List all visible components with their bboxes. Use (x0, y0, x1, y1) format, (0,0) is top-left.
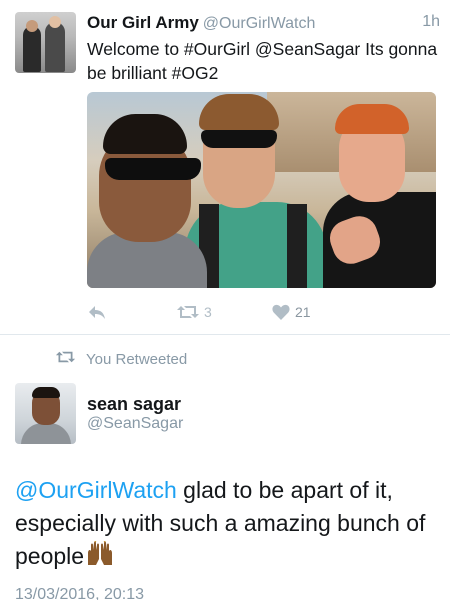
photo-figure (103, 114, 187, 154)
tweet-header: Our Girl Army @OurGirlWatch (87, 13, 437, 35)
tweet-text: @OurGirlWatch glad to be apart of it, es… (15, 474, 440, 576)
retweet-icon (177, 304, 199, 320)
retweet-button[interactable]: 3 (177, 300, 212, 324)
like-button[interactable]: 21 (272, 300, 311, 324)
tweet-photo[interactable] (87, 92, 436, 288)
tweet-our-girl-army[interactable]: Our Girl Army @OurGirlWatch 1h Welcome to… (0, 0, 450, 334)
photo-figure (105, 158, 201, 180)
retweet-notice-label: You Retweeted (86, 350, 188, 368)
avatar-figure (21, 423, 71, 444)
like-count: 21 (295, 304, 311, 320)
avatar-figure (23, 26, 41, 72)
tweet-actions: 3 21 (87, 300, 387, 324)
divider (0, 334, 450, 335)
photo-figure (201, 130, 277, 148)
retweet-notice: You Retweeted (55, 349, 187, 369)
user-handle[interactable]: @SeanSagar (87, 415, 183, 433)
heart-icon (272, 304, 290, 320)
avatar-figure (45, 22, 65, 72)
raised-hands-icon (86, 539, 114, 576)
avatar[interactable] (15, 12, 76, 73)
avatar[interactable] (15, 383, 76, 444)
photo-figure (335, 104, 409, 134)
reply-button[interactable] (87, 300, 107, 324)
retweet-count: 3 (204, 304, 212, 320)
user-handle[interactable]: @OurGirlWatch (203, 15, 316, 32)
reply-icon (87, 303, 107, 321)
retweet-icon (55, 350, 86, 368)
display-name[interactable]: sean sagar (87, 394, 181, 415)
mention-link[interactable]: @OurGirlWatch (15, 477, 177, 503)
timestamp[interactable]: 1h (422, 13, 440, 31)
tweet-date[interactable]: 13/03/2016, 20:13 (15, 586, 144, 600)
avatar-figure (32, 387, 60, 398)
photo-figure (199, 94, 279, 130)
display-name[interactable]: Our Girl Army (87, 13, 199, 32)
photo-figure (287, 204, 307, 288)
avatar-figure (26, 20, 38, 32)
avatar-figure (49, 16, 61, 28)
tweet-text: Welcome to #OurGirl @SeanSagar Its gonna… (87, 39, 438, 83)
